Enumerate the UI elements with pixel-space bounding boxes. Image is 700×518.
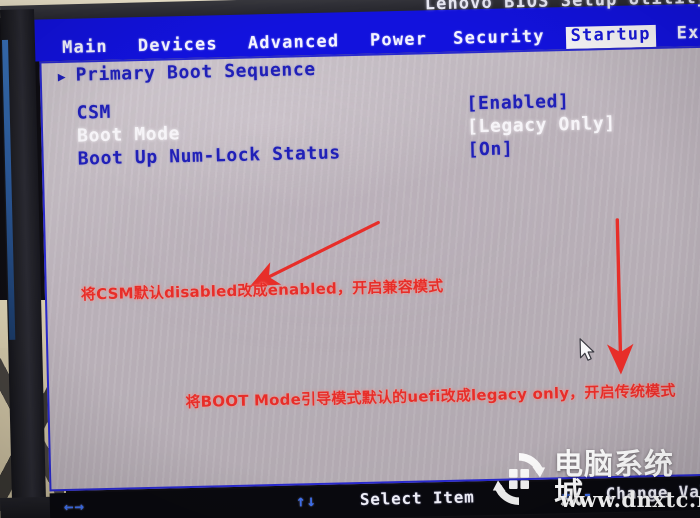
setting-row-num-lock[interactable]: Boot Up Num-Lock Status [77, 142, 340, 169]
footer-key-updown: ↑↓ [295, 491, 317, 511]
footer-label-select-item: Select Item [359, 487, 475, 510]
menu-item-security[interactable]: Security [448, 27, 550, 52]
setting-value-boot-mode[interactable]: [Legacy Only] [467, 113, 616, 137]
bios-settings-panel: ▶ Primary Boot Sequence CSM Boot Mode Bo… [39, 45, 700, 492]
setting-label-boot-mode: Boot Mode [76, 123, 181, 147]
setting-value-num-lock-text: [On] [467, 138, 514, 161]
watermark-url-text: www.dnxtc.net [560, 487, 700, 512]
menu-item-power[interactable]: Power [365, 29, 433, 53]
setting-value-num-lock[interactable]: [On] [467, 138, 513, 160]
setting-value-csm-text: [Enabled] [466, 90, 570, 115]
setting-label-csm: CSM [76, 101, 112, 124]
menu-item-exit[interactable]: Exit [671, 22, 700, 46]
setting-value-csm[interactable]: [Enabled] [466, 91, 569, 114]
setting-row-csm[interactable]: CSM [76, 102, 111, 124]
bios-screen: Main Devices Advanced Power Security Sta… [16, 0, 700, 518]
annotation-arrow-boot-mode-icon [606, 218, 634, 375]
setting-label-num-lock: Boot Up Num-Lock Status [77, 142, 341, 170]
setting-value-boot-mode-text: [Legacy Only] [466, 112, 616, 138]
submenu-primary-boot-sequence[interactable]: ▶ Primary Boot Sequence [57, 58, 316, 86]
annotation-text-csm: 将CSM默认disabled改成enabled，开启兼容模式 [80, 277, 444, 304]
setting-row-boot-mode[interactable]: Boot Mode [77, 123, 180, 146]
mouse-cursor-icon [579, 338, 595, 361]
annotation-text-boot-mode: 将BOOT Mode引导模式默认的uefi改成legacy only，开启传统模… [185, 381, 676, 412]
menu-item-startup[interactable]: Startup [565, 24, 656, 49]
footer-key-leftright: ←→ [63, 496, 85, 517]
submenu-label: Primary Boot Sequence [75, 58, 316, 86]
submenu-arrow-icon: ▶ [57, 69, 66, 86]
